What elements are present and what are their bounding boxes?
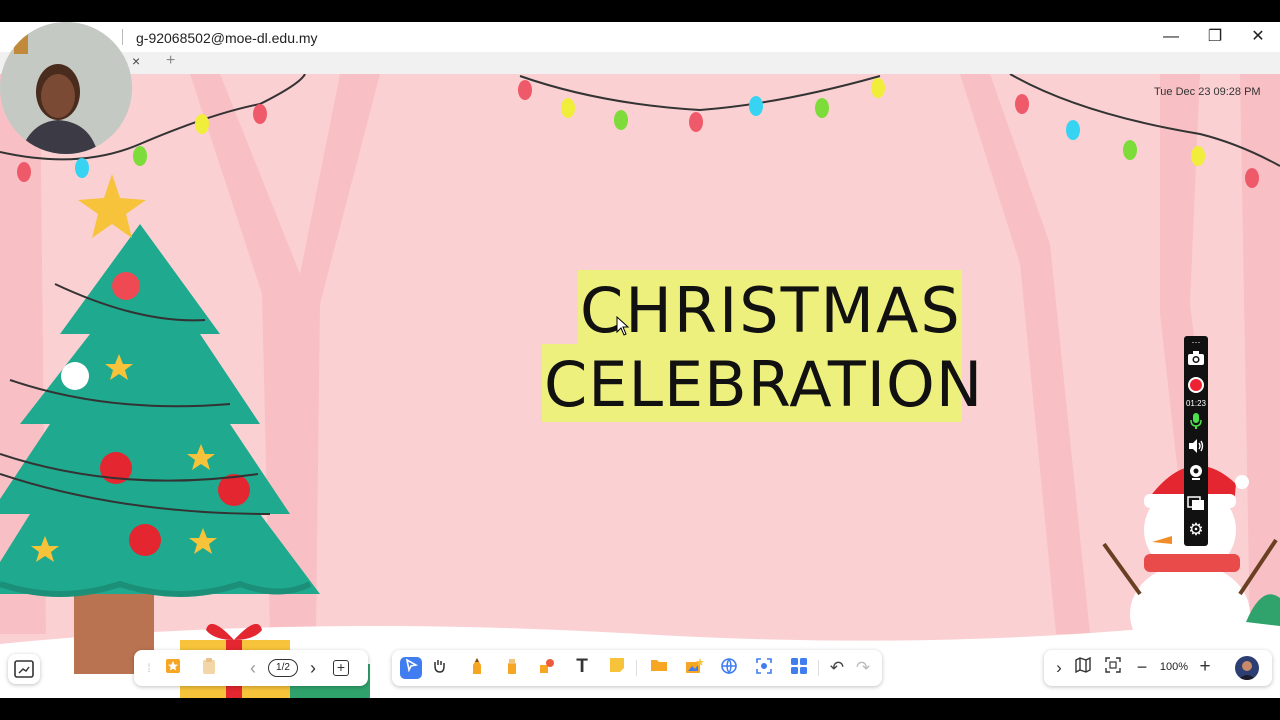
select-tool-icon[interactable] [400,657,422,679]
board-icon [14,660,34,678]
recorder-toolbar: ⋯ 01:23 ⚙ [1184,336,1208,546]
add-tab-button[interactable]: + [166,52,175,70]
toolbar-divider [818,660,819,676]
tab-strip: × + [0,52,1280,74]
mouse-cursor-icon [616,316,630,336]
camera-icon[interactable] [1186,350,1206,370]
sticky-note-tool-icon[interactable] [606,657,628,679]
expand-button[interactable]: › [1048,657,1070,679]
screen-icon[interactable] [1186,496,1206,516]
zoom-out-button[interactable]: − [1131,656,1153,678]
apps-icon[interactable] [788,657,810,679]
folder-icon[interactable] [648,657,670,679]
map-icon[interactable] [1072,656,1094,679]
text-tool-icon[interactable]: T [571,656,593,678]
microphone-icon[interactable] [1186,412,1206,432]
hand-tool-icon[interactable] [428,657,450,679]
letterbox-top [0,0,1280,22]
undo-icon[interactable]: ↶ [826,657,848,679]
page-indicator[interactable]: 1/2 [268,659,298,677]
browser-icon[interactable] [718,657,740,679]
title-text-box[interactable]: CHRISTMAS CELEBRATION [542,270,982,422]
media-icon[interactable] [683,657,705,679]
title-bar: g-92068502@moe-dl.edu.my — ❐ ✕ [0,22,1280,52]
page-navigation-bar: ⁞ ‹ 1/2 › + [134,650,368,686]
close-window-button[interactable]: ✕ [1244,26,1272,48]
letterbox-bottom [0,698,1280,720]
zoom-level[interactable]: 100% [1156,661,1192,673]
whiteboard-canvas[interactable]: Tue Dec 23 09:28 PM CHRISTMAS CELEBRATIO… [0,74,1280,698]
account-email: g-92068502@moe-dl.edu.my [136,30,318,46]
title-line-1: CHRISTMAS [580,274,962,347]
user-avatar[interactable] [1235,656,1259,680]
close-tab-button[interactable]: × [132,53,140,69]
view-controls-bar: › − 100% + [1044,650,1272,686]
pin-icon[interactable]: ⋯ [1186,336,1206,348]
minimize-button[interactable]: — [1157,26,1185,48]
clipboard-icon[interactable] [198,657,220,679]
redo-icon[interactable]: ↷ [852,657,874,679]
add-page-button[interactable]: + [333,660,349,676]
settings-icon[interactable]: ⚙ [1186,520,1206,540]
prev-page-button[interactable]: ‹ [242,657,264,679]
shapes-tool-icon[interactable] [536,657,558,679]
presenter-video [0,22,132,154]
speaker-icon[interactable] [1186,438,1206,458]
webcam-feed [0,22,132,154]
date-time-label: Tue Dec 23 09:28 PM [1154,86,1261,98]
restore-button[interactable]: ❐ [1201,26,1229,48]
title-line-2: CELEBRATION [544,348,984,421]
title-separator [122,29,123,45]
pen-tool-icon[interactable] [466,657,488,679]
board-view-button[interactable] [8,654,40,684]
zoom-in-button[interactable]: + [1194,656,1216,678]
record-icon[interactable] [1186,376,1206,396]
record-timer: 01:23 [1185,399,1207,408]
screenshot-icon[interactable] [753,657,775,679]
drag-handle-icon[interactable]: ⁞ [138,657,160,679]
toolbar-divider [636,660,637,676]
screen: g-92068502@moe-dl.edu.my — ❐ ✕ × + Tue D… [0,0,1280,720]
main-toolbar: T ↶ ↷ [392,650,882,686]
fit-screen-icon[interactable] [1102,657,1124,679]
next-page-button[interactable]: › [302,657,324,679]
highlighter-tool-icon[interactable] [501,657,523,679]
favorite-pages-icon[interactable] [162,657,184,679]
webcam-icon[interactable] [1186,463,1206,483]
